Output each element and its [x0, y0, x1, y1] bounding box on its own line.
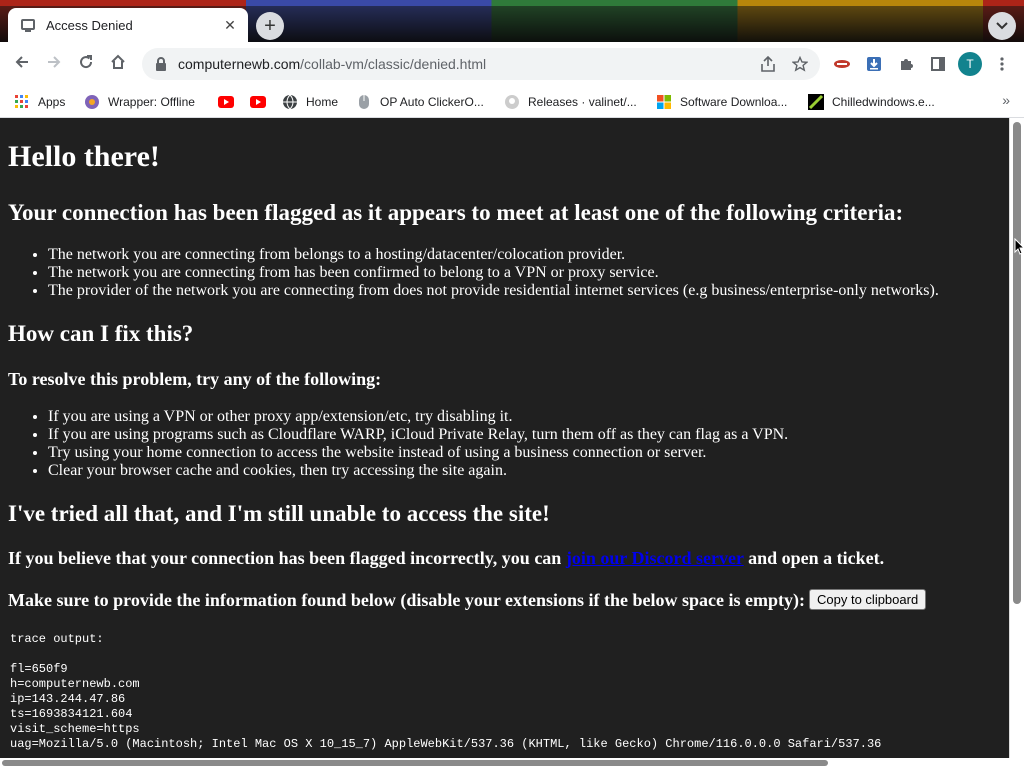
- vertical-scrollbar[interactable]: [1009, 118, 1024, 758]
- bookmark-star-icon[interactable]: [788, 52, 812, 76]
- resolve-heading: To resolve this problem, try any of the …: [8, 369, 382, 389]
- bookmark-label: Wrapper: Offline: [108, 95, 195, 109]
- trace-output: trace output: fl=650f9 h=computernewb.co…: [10, 632, 882, 751]
- wrapper-icon: [84, 94, 100, 110]
- youtube-icon: [250, 94, 266, 110]
- bookmark-chilledwindows[interactable]: Chilledwindows.e...: [808, 92, 935, 112]
- autoclicker-icon: [356, 94, 372, 110]
- ticket-text-before: If you believe that your connection has …: [8, 548, 566, 568]
- fix-heading: How can I fix this?: [8, 321, 194, 346]
- provide-info-paragraph: Make sure to provide the information fou…: [8, 589, 927, 611]
- bookmark-youtube-1[interactable]: [218, 92, 242, 112]
- extension-red-icon[interactable]: [830, 52, 854, 76]
- mouse-cursor-icon: [1014, 237, 1024, 261]
- github-icon: [504, 94, 520, 110]
- page-title: Hello there!: [8, 140, 160, 173]
- profile-avatar[interactable]: T: [958, 52, 982, 76]
- kebab-menu-icon[interactable]: [990, 52, 1014, 76]
- back-button[interactable]: [10, 52, 34, 76]
- bookmark-releases-valinet[interactable]: Releases · valinet/...: [504, 92, 637, 112]
- scrollbar-thumb[interactable]: [2, 760, 828, 766]
- ticket-text-after: and open a ticket.: [743, 548, 885, 568]
- new-tab-button[interactable]: +: [256, 12, 284, 40]
- bookmark-label: OP Auto ClickerO...: [380, 95, 484, 109]
- bookmark-home[interactable]: Home: [282, 92, 338, 112]
- bookmark-label: Releases · valinet/...: [528, 95, 637, 109]
- scrollbar-thumb[interactable]: [1013, 122, 1021, 604]
- bookmark-label: Home: [306, 95, 339, 109]
- windows-icon: [656, 94, 672, 110]
- tried-heading: I've tried all that, and I'm still unabl…: [8, 501, 550, 526]
- bookmark-label: Software Downloa...: [680, 95, 788, 109]
- chilledwindows-icon: [808, 94, 824, 110]
- arrow-left-icon: [14, 54, 30, 75]
- discord-link[interactable]: join our Discord server: [566, 548, 744, 568]
- chevron-down-icon: [996, 17, 1008, 35]
- address-bar[interactable]: computernewb.com/collab-vm/classic/denie…: [142, 48, 820, 80]
- page-content: Hello there! Your connection has been fl…: [0, 118, 1009, 758]
- home-icon: [110, 54, 126, 75]
- horizontal-scrollbar[interactable]: [0, 758, 1024, 768]
- apps-grid-icon: [14, 94, 30, 110]
- globe-icon: [282, 94, 298, 110]
- browser-toolbar: computernewb.com/collab-vm/classic/denie…: [0, 42, 1024, 86]
- download-extension-icon[interactable]: [862, 52, 886, 76]
- url-domain: computernewb.com: [178, 56, 301, 72]
- bookmark-label: Chilledwindows.e...: [832, 95, 935, 109]
- arrow-right-icon: [46, 54, 62, 75]
- url-path: /collab-vm/classic/denied.html: [300, 56, 487, 72]
- list-item: If you are using programs such as Cloudf…: [48, 426, 788, 444]
- bookmarks-overflow-button[interactable]: »: [1002, 92, 1010, 108]
- lock-icon: [154, 57, 168, 71]
- tab-search-button[interactable]: [988, 12, 1016, 40]
- ticket-paragraph: If you believe that your connection has …: [8, 548, 884, 569]
- bookmark-apps[interactable]: Apps: [14, 92, 65, 112]
- bookmark-op-auto-clicker[interactable]: OP Auto ClickerO...: [356, 92, 484, 112]
- url-text: computernewb.com/collab-vm/classic/denie…: [178, 56, 756, 72]
- bookmark-youtube-2[interactable]: [250, 92, 274, 112]
- tab-access-denied[interactable]: Access Denied ✕: [8, 8, 248, 42]
- reload-button[interactable]: [74, 52, 98, 76]
- list-item: Try using your home connection to access…: [48, 444, 788, 462]
- list-item: The network you are connecting from belo…: [48, 246, 939, 264]
- side-panel-icon[interactable]: [926, 52, 950, 76]
- list-item: The provider of the network you are conn…: [48, 282, 939, 300]
- home-button[interactable]: [106, 52, 130, 76]
- forward-button[interactable]: [42, 52, 66, 76]
- collabvm-favicon-icon: [20, 17, 36, 33]
- list-item: Clear your browser cache and cookies, th…: [48, 462, 788, 480]
- tab-title: Access Denied: [46, 17, 133, 33]
- bookmark-label: Apps: [38, 95, 66, 109]
- close-tab-icon[interactable]: ✕: [220, 15, 240, 35]
- reload-icon: [78, 54, 94, 75]
- bookmark-software-downloads[interactable]: Software Downloa...: [656, 92, 787, 112]
- share-icon[interactable]: [756, 52, 780, 76]
- bookmark-wrapper[interactable]: Wrapper: Offline: [84, 92, 195, 112]
- steps-list: If you are using a VPN or other proxy ap…: [8, 408, 788, 480]
- list-item: If you are using a VPN or other proxy ap…: [48, 408, 788, 426]
- youtube-icon: [218, 94, 234, 110]
- criteria-list: The network you are connecting from belo…: [8, 246, 939, 300]
- criteria-heading: Your connection has been flagged as it a…: [8, 200, 904, 225]
- list-item: The network you are connecting from has …: [48, 264, 939, 282]
- provide-info-text: Make sure to provide the information fou…: [8, 590, 806, 610]
- puzzle-extensions-icon[interactable]: [894, 52, 918, 76]
- copy-to-clipboard-button[interactable]: Copy to clipboard: [809, 589, 927, 610]
- bookmarks-bar: Apps Wrapper: Offline Home OP Auto Click…: [0, 86, 1024, 118]
